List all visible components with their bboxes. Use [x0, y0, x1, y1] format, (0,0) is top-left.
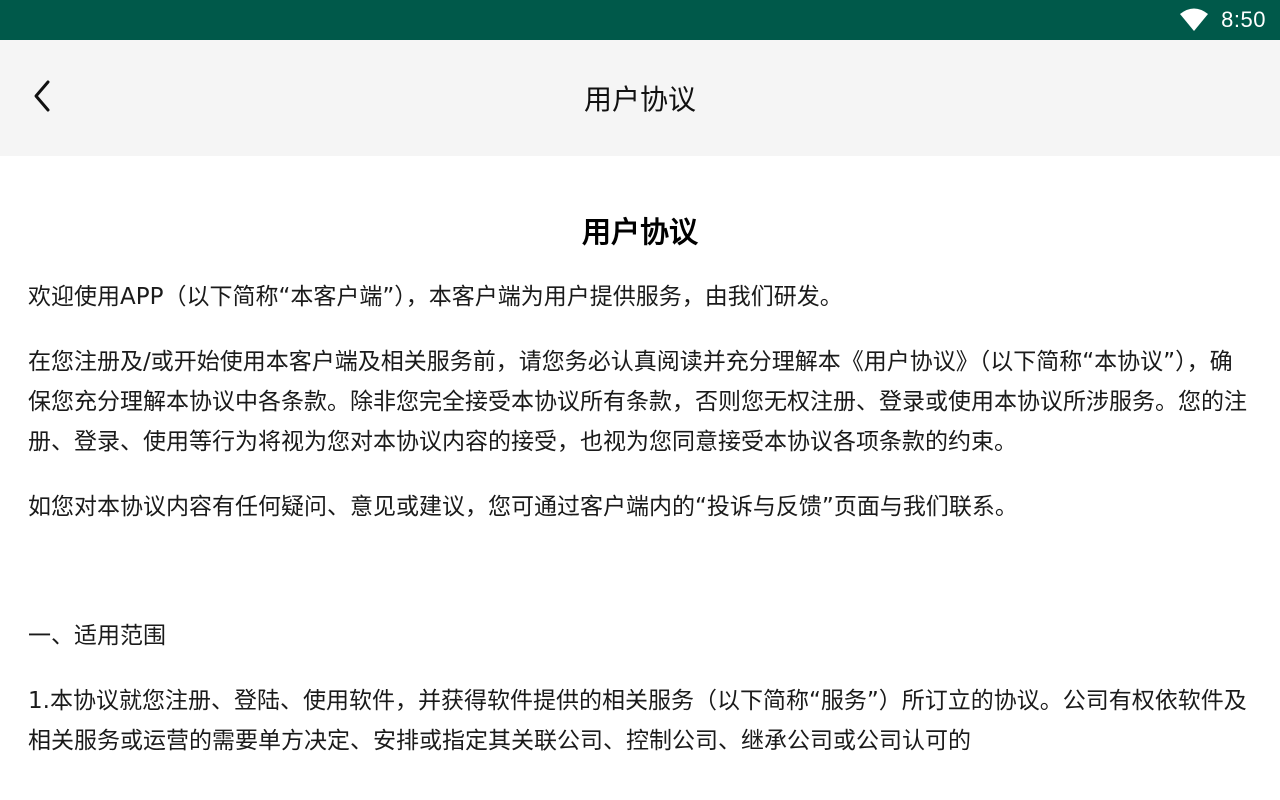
page-title: 用户协议: [583, 83, 696, 116]
status-time: 8:50: [1221, 7, 1266, 32]
document-title: 用户协议: [581, 215, 698, 249]
app-bar: 用户协议: [0, 40, 1280, 156]
agreement-content[interactable]: 用户协议 欢迎使用APP（以下简称“本客户端”），本客户端为用户提供服务，由我们…: [0, 156, 1280, 800]
wifi-icon: [1179, 8, 1209, 32]
section-heading-scope: 一、适用范围: [28, 623, 166, 649]
paragraph-contact: 如您对本协议内容有任何疑问、意见或建议，您可通过客户端内的“投诉与反馈”页面与我…: [28, 494, 1018, 520]
back-button[interactable]: [20, 74, 64, 122]
chevron-left-icon: [30, 78, 54, 118]
status-bar: 8:50: [0, 0, 1280, 40]
paragraph-scope-1: 1.本协议就您注册、登陆、使用软件，并获得软件提供的相关服务（以下简称“服务”）…: [28, 688, 1247, 754]
paragraph-consent: 在您注册及/或开始使用本客户端及相关服务前，请您务必认真阅读并充分理解本《用户协…: [28, 349, 1247, 455]
paragraph-welcome: 欢迎使用APP（以下简称“本客户端”），本客户端为用户提供服务，由我们研发。: [28, 284, 843, 310]
